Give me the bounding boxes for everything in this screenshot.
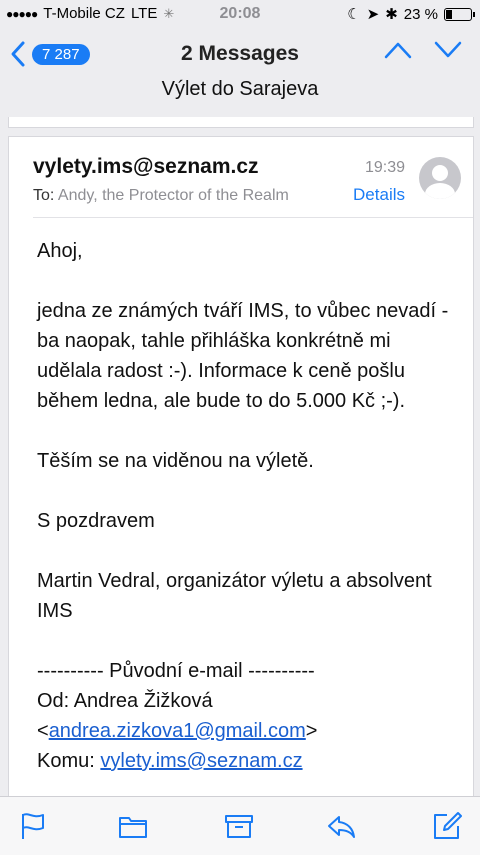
closing: S pozdravem	[37, 510, 155, 532]
reply-icon[interactable]	[326, 811, 356, 841]
details-link[interactable]: Details	[353, 185, 405, 205]
battery-percent: 23 %	[403, 5, 438, 23]
sender-address[interactable]: vylety.ims@seznam.cz	[33, 155, 259, 179]
greeting: Ahoj,	[37, 240, 83, 262]
paragraph: Těším se na viděnou na výletě.	[37, 450, 314, 472]
forward-header: ---------- Původní e-mail ----------	[37, 660, 315, 682]
message-body: Ahoj, jedna ze známých tváří IMS, to vůb…	[9, 218, 473, 776]
original-to-line: Komu: vylety.ims@seznam.cz	[37, 746, 449, 776]
previous-message-button[interactable]	[384, 40, 412, 60]
status-bar: ●●●●● T-Mobile CZ LTE ✳ 20:08 ☾ ➤ ✱ 23 %	[0, 0, 480, 30]
collapsed-message[interactable]	[8, 117, 474, 128]
message-header: vylety.ims@seznam.cz To: Andy, the Prote…	[33, 137, 473, 218]
bluetooth-icon: ✱	[385, 6, 398, 23]
original-from-email[interactable]: andrea.zizkova1@gmail.com	[49, 720, 306, 742]
signature: Martin Vedral, organizátor výletu a abso…	[37, 570, 432, 622]
original-to-label: Komu:	[37, 750, 95, 772]
original-from-email-line: <andrea.zizkova1@gmail.com>	[37, 720, 318, 742]
message-card: vylety.ims@seznam.cz To: Andy, the Prote…	[8, 136, 474, 797]
next-message-button[interactable]	[434, 40, 462, 60]
location-icon: ➤	[366, 6, 380, 23]
bottom-toolbar	[0, 796, 480, 855]
paragraph: jedna ze známých tváří IMS, to vůbec nev…	[37, 300, 449, 412]
recipient-name[interactable]: Andy, the Protector of the Realm	[58, 187, 289, 204]
avatar	[419, 157, 461, 199]
to-label: To:	[33, 187, 55, 204]
thread-subject: Výlet do Sarajeva	[161, 78, 319, 100]
moon-icon: ☾	[347, 6, 361, 23]
message-time: 19:39	[364, 159, 405, 176]
original-from: Od: Andrea Žižková	[37, 690, 213, 712]
archive-icon[interactable]	[224, 811, 254, 841]
original-to-email[interactable]: vylety.ims@seznam.cz	[100, 750, 302, 772]
battery-icon	[444, 7, 475, 21]
compose-icon[interactable]	[432, 811, 462, 841]
recipient-line: To: Andy, the Protector of the Realm	[33, 187, 289, 205]
flag-icon[interactable]	[18, 811, 48, 841]
folder-icon[interactable]	[118, 811, 148, 841]
message-nav-header: 7 287 2 Messages Výlet do Sarajeva	[0, 30, 480, 110]
